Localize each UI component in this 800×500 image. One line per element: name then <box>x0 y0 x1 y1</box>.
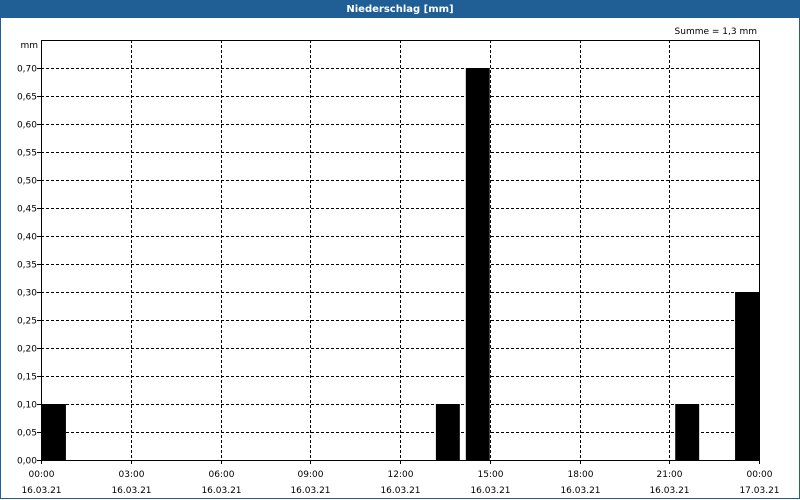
x-tick-time: 03:00 <box>119 470 145 480</box>
y-tick-label: 0,55 <box>17 149 37 159</box>
x-tick-date: 17.03.21 <box>739 486 779 496</box>
grid <box>41 40 759 460</box>
x-tick-time: 00:00 <box>29 470 55 480</box>
y-tick-label: 0,65 <box>17 93 37 103</box>
y-tick-label: 0,10 <box>17 401 37 411</box>
x-tick-time: 09:00 <box>298 470 324 480</box>
x-tick-time: 21:00 <box>657 470 683 480</box>
precipitation-chart: 0,00 0,05 0,10 0,15 0,20 0,25 0,30 0,35 0,40 0,45… <box>17 27 780 496</box>
x-tick-date: 16.03.21 <box>201 486 241 496</box>
precip-bar <box>735 292 759 460</box>
x-tick-date: 16.03.21 <box>560 486 600 496</box>
y-tick-label: 0,20 <box>17 345 37 355</box>
precip-bar <box>675 404 700 460</box>
x-tick-time: 12:00 <box>388 470 414 480</box>
precip-bar <box>435 404 460 460</box>
y-tick-label: 0,40 <box>17 233 37 243</box>
y-tick-label: 0,05 <box>17 429 37 439</box>
x-tick-date: 16.03.21 <box>380 486 420 496</box>
precip-bar <box>465 68 490 460</box>
sum-annotation: Summe = 1,3 mm <box>675 27 757 37</box>
y-tick-label: 0,50 <box>17 177 37 187</box>
y-tick-label: 0,35 <box>17 261 37 271</box>
x-tick-date: 16.03.21 <box>21 486 61 496</box>
y-axis-ticks: 0,00 0,05 0,10 0,15 0,20 0,25 0,30 0,35 0,40 0,45… <box>17 65 41 467</box>
x-tick-time: 18:00 <box>568 470 594 480</box>
x-tick-date: 16.03.21 <box>649 486 689 496</box>
y-tick-label: 0,45 <box>17 205 37 215</box>
y-tick-label: 0,70 <box>17 65 37 75</box>
precip-bar <box>42 404 66 460</box>
y-tick-label: 0,30 <box>17 289 37 299</box>
y-tick-label: 0,60 <box>17 121 37 131</box>
x-tick-date: 16.03.21 <box>470 486 510 496</box>
x-tick-time: 00:00 <box>747 470 773 480</box>
y-tick-label: 0,15 <box>17 373 37 383</box>
x-tick-date: 16.03.21 <box>290 486 330 496</box>
x-tick-time: 15:00 <box>478 470 504 480</box>
y-tick-label: 0,00 <box>17 457 37 467</box>
x-tick-date: 16.03.21 <box>111 486 151 496</box>
x-tick-time: 06:00 <box>209 470 235 480</box>
y-tick-label: 0,25 <box>17 317 37 327</box>
x-axis-ticks: 00:00 16.03.21 03:00 16.03.21 06:00 16.03.21 0… <box>21 460 780 496</box>
y-axis-label: mm <box>20 41 38 51</box>
